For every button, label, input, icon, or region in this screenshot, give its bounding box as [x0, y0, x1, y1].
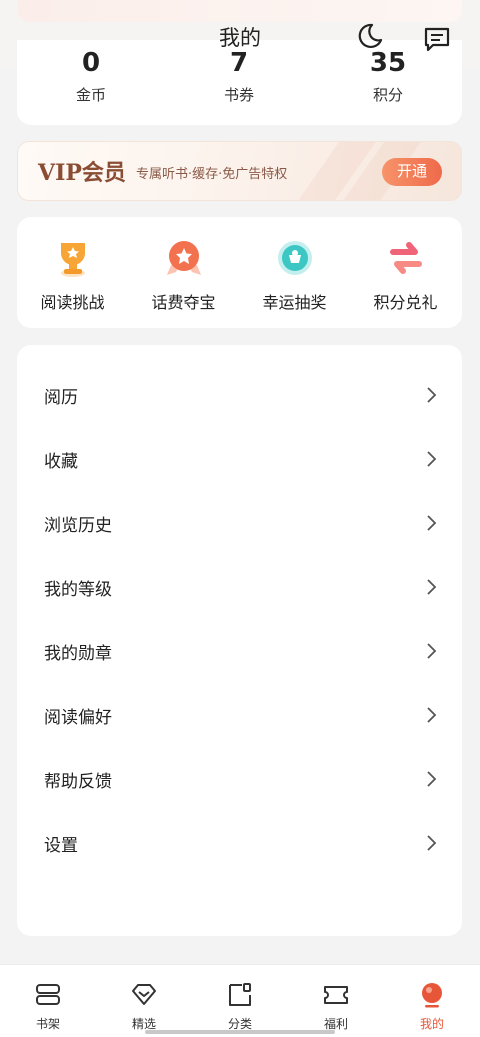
- tool-label: 话费夺宝: [151, 293, 216, 312]
- profile-icon: [422, 983, 442, 1008]
- menu-item-label: 收藏: [44, 452, 78, 472]
- menu-item-label: 我的等级: [44, 580, 112, 600]
- vip-banner[interactable]: VIP会员 专属听书·缓存·免广告特权 开通: [17, 141, 462, 201]
- tab-label: 我的: [419, 1017, 444, 1031]
- chevron-right-icon: [427, 707, 437, 723]
- vip-description: 专属听书·缓存·免广告特权: [136, 167, 288, 182]
- chevron-right-icon: [427, 771, 437, 787]
- menu-item-favorites[interactable]: 收藏: [17, 427, 462, 491]
- chevron-right-icon: [427, 835, 437, 851]
- vip-title: VIP会员: [38, 160, 126, 186]
- tab-bookshelf[interactable]: 书架: [0, 965, 96, 1037]
- tool-lucky-draw[interactable]: 幸运抽奖: [239, 217, 350, 328]
- tool-label: 积分兑礼: [373, 293, 438, 312]
- chevron-right-icon: [427, 643, 437, 659]
- tab-welfare[interactable]: 福利: [288, 965, 384, 1037]
- tools-card: 阅读挑战 话费夺宝 幸运抽奖 积分兑礼: [17, 217, 462, 328]
- trophy-icon: [61, 243, 85, 277]
- bookshelf-icon: [36, 984, 60, 1005]
- chevron-right-icon: [427, 451, 437, 467]
- menu-item-label: 阅历: [44, 388, 78, 408]
- page-title: 我的: [219, 26, 261, 50]
- moon-icon[interactable]: [354, 22, 384, 52]
- chevron-right-icon: [427, 579, 437, 595]
- menu-card: 阅历 收藏 浏览历史 我的等级 我的勋章 阅读偏好 帮助反馈 设置: [17, 345, 462, 936]
- menu-item-label: 阅读偏好: [44, 708, 112, 728]
- tab-label: 书架: [35, 1017, 60, 1031]
- menu-item-browsing-history[interactable]: 浏览历史: [17, 491, 462, 555]
- menu-item-settings[interactable]: 设置: [17, 811, 462, 875]
- bottom-tab-bar: 书架 精选 分类 福利 我的: [0, 964, 480, 1037]
- stat-label: 书券: [223, 86, 254, 104]
- tab-profile[interactable]: 我的: [384, 965, 480, 1037]
- stat-label: 金币: [75, 86, 106, 104]
- home-indicator: [145, 1030, 335, 1034]
- message-icon[interactable]: [422, 24, 452, 54]
- tab-category[interactable]: 分类: [192, 965, 288, 1037]
- vip-open-button[interactable]: 开通: [382, 158, 442, 186]
- menu-item-reading-record[interactable]: 阅历: [17, 363, 462, 427]
- menu-item-label: 帮助反馈: [44, 772, 112, 792]
- menu-item-my-medals[interactable]: 我的勋章: [17, 619, 462, 683]
- menu-item-label: 我的勋章: [44, 644, 112, 664]
- menu-item-label: 浏览历史: [44, 516, 112, 536]
- tool-reading-challenge[interactable]: 阅读挑战: [17, 217, 128, 328]
- menu-item-label: 设置: [44, 836, 78, 856]
- category-icon: [229, 983, 251, 1006]
- chevron-right-icon: [427, 387, 437, 403]
- menu-item-my-level[interactable]: 我的等级: [17, 555, 462, 619]
- menu-item-reading-preference[interactable]: 阅读偏好: [17, 683, 462, 747]
- tab-featured[interactable]: 精选: [96, 965, 192, 1037]
- chevron-right-icon: [427, 515, 437, 531]
- tool-label: 阅读挑战: [40, 293, 105, 312]
- tool-phone-bill-treasure[interactable]: 话费夺宝: [128, 217, 239, 328]
- ticket-icon: [324, 986, 348, 1004]
- tool-points-exchange[interactable]: 积分兑礼: [350, 217, 461, 328]
- stat-label: 积分: [372, 86, 403, 104]
- diamond-icon: [132, 984, 156, 1005]
- tool-label: 幸运抽奖: [262, 293, 327, 312]
- badge-star-icon: [167, 241, 201, 275]
- lucky-draw-icon: [278, 241, 312, 275]
- menu-item-help-feedback[interactable]: 帮助反馈: [17, 747, 462, 811]
- exchange-icon: [390, 242, 422, 274]
- header: 我的: [0, 16, 480, 60]
